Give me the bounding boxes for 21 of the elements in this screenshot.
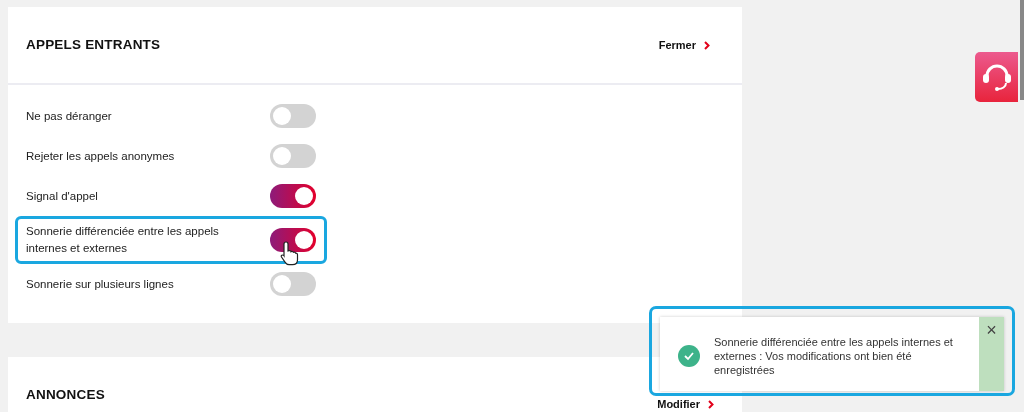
- chevron-icon: [704, 40, 710, 50]
- setting-label: Ne pas déranger: [26, 108, 113, 124]
- setting-label: Sonnerie sur plusieurs lignes: [26, 276, 175, 292]
- toggle-switch[interactable]: [270, 184, 316, 208]
- toggle-switch[interactable]: [270, 104, 316, 128]
- close-link[interactable]: Fermer: [658, 36, 710, 54]
- toast-message: Sonnerie différenciée entre les appels internes et externes : Vos modifications ont bien été enregistrées: [714, 335, 954, 378]
- toggle-switch[interactable]: [270, 144, 316, 168]
- setting-label: Sonnerie différenciée entre les appels internes et externes: [26, 224, 220, 256]
- scrollbar[interactable]: [1020, 0, 1024, 100]
- chevron-icon: [708, 399, 714, 409]
- setting-label: Signal d'appel: [26, 188, 99, 204]
- section-title: ANNONCES: [26, 386, 105, 404]
- toggle-switch[interactable]: [270, 228, 316, 252]
- setting-label: Rejeter les appels anonymes: [26, 148, 176, 164]
- close-button[interactable]: ×: [979, 317, 1004, 391]
- success-check-icon: [678, 343, 700, 365]
- edit-link[interactable]: Modifier: [657, 396, 714, 412]
- support-button[interactable]: [975, 52, 1018, 102]
- toggle-switch[interactable]: [270, 272, 316, 296]
- section-title: APPELS ENTRANTS: [26, 35, 161, 54]
